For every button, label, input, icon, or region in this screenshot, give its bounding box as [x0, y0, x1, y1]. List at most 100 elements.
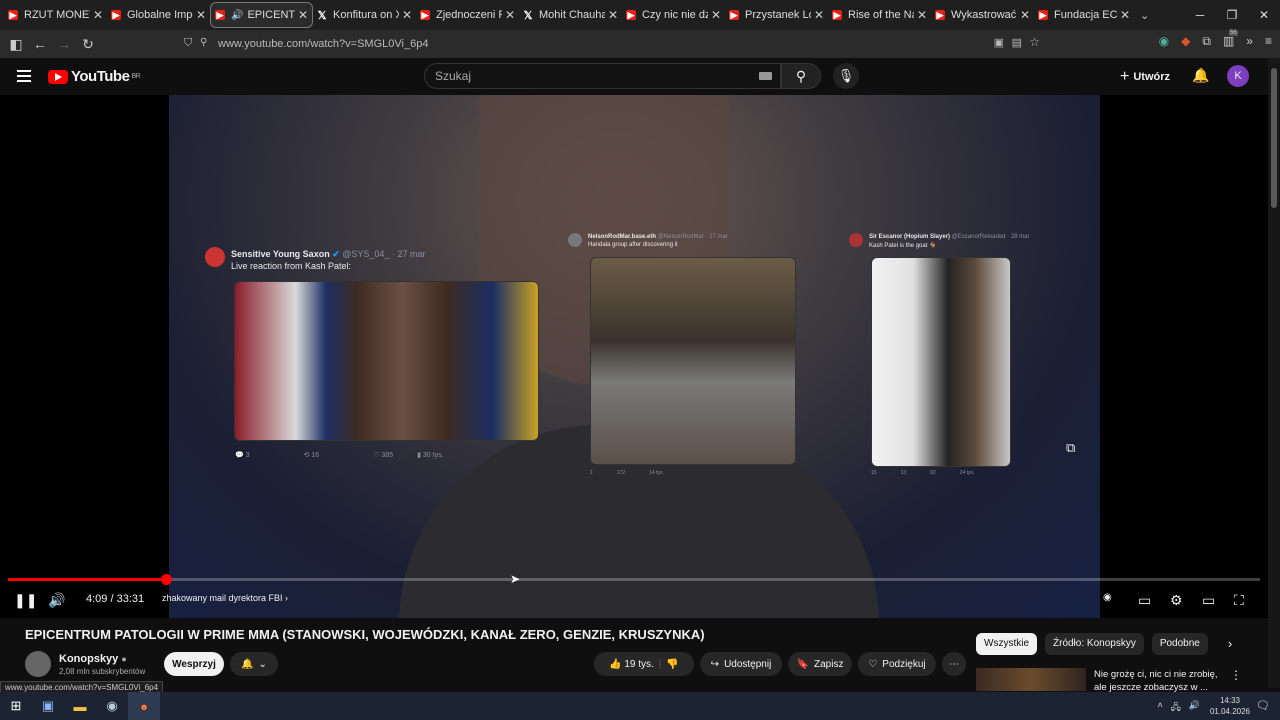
recommendation-item[interactable]: Nie grożę ci, nic ci nie zrobię, ale jesz… [976, 666, 1266, 694]
like-button[interactable]: 👍 19 tys. [609, 659, 654, 670]
search-input[interactable]: Szukaj [424, 63, 781, 89]
forward-icon[interactable]: → [52, 36, 76, 52]
search-button[interactable]: ⚲ [781, 63, 821, 89]
browser-tab[interactable]: ▶Wykastrować beze✕ [931, 2, 1034, 28]
browser-tab[interactable]: 𝕏Mohit Chauhan on✕ [519, 2, 622, 28]
player-controls: ❚❚ 🔊 4:09 / 33:31 zhakowany mail dyrekto… [0, 587, 1268, 613]
subtitles-icon[interactable]: ▭ [1138, 592, 1151, 609]
audio-playing-icon[interactable]: 🔊 [231, 10, 243, 21]
extensions-puzzle-icon[interactable]: ⧉ [1202, 34, 1211, 49]
sidebar-toggle-icon[interactable]: ◧ [4, 36, 28, 53]
subscriber-count: 2,08 mln subskrybentów [59, 667, 146, 676]
close-tab-icon[interactable]: ✕ [505, 8, 515, 22]
bookmark-star-icon[interactable]: ☆ [1029, 35, 1040, 49]
clock[interactable]: 14:33 01.04.2026 [1210, 695, 1250, 717]
volume-tray-icon[interactable]: 🔊 [1189, 700, 1200, 716]
reader-view-icon[interactable]: ▤ [1012, 36, 1022, 49]
close-tab-icon[interactable]: ✕ [917, 8, 927, 22]
tab-list-chevron-icon[interactable]: ⌄ [1140, 9, 1149, 22]
close-window-icon[interactable]: ✕ [1248, 0, 1280, 30]
dislike-button[interactable]: 👎 [666, 659, 678, 670]
browser-tab[interactable]: ▶Przystanek Lomba✕ [725, 2, 828, 28]
save-button[interactable]: 🔖 Zapisz [788, 652, 852, 676]
voice-search-button[interactable]: 🎙 [833, 63, 859, 89]
join-button[interactable]: Wesprzyj [164, 652, 224, 676]
recommendation-thumbnail[interactable] [976, 668, 1086, 691]
more-actions-button[interactable]: ⋯ [942, 652, 966, 676]
steam-icon[interactable]: ◉ [96, 692, 128, 720]
overflow-chevrons-icon[interactable]: » [1246, 34, 1253, 49]
browser-tab-active[interactable]: ▶🔊EPICENTRUM✕ [210, 2, 313, 28]
scrubber-handle[interactable] [160, 574, 172, 585]
windows-start-icon[interactable]: ⊞ [0, 692, 32, 720]
notifications-bell-icon[interactable]: 🔔 [1192, 67, 1209, 84]
settings-gear-icon[interactable]: ⚙ [1170, 592, 1183, 609]
page-info-icon[interactable]: ⚲ [200, 37, 207, 48]
browser-tab[interactable]: ▶Zjednoczeni Przec✕ [416, 2, 519, 28]
volume-icon[interactable]: 🔊 [48, 592, 65, 609]
share-button[interactable]: ↪ Udostępnij [700, 652, 782, 676]
chips-next-chevron-icon[interactable]: › [1228, 633, 1232, 655]
close-tab-icon[interactable]: ✕ [608, 8, 618, 22]
scrollbar-thumb[interactable] [1271, 68, 1277, 208]
minimize-icon[interactable]: ─ [1184, 0, 1216, 30]
video-player[interactable]: Sensitive Young Saxon ✔ @SYS_04_ · 27 ma… [0, 95, 1268, 618]
channel-name[interactable]: Konopskyy ● [59, 653, 127, 665]
browser-tab[interactable]: ▶RZUT MONETĄ DE✕ [4, 2, 107, 28]
close-tab-icon[interactable]: ✕ [402, 8, 412, 22]
app-icon[interactable]: ▣ [32, 692, 64, 720]
screenshot-icon[interactable]: ▣ [994, 36, 1004, 49]
notifications-icon[interactable]: 🗨 [1256, 699, 1270, 712]
firefox-icon[interactable]: ● [128, 692, 160, 720]
browser-tab[interactable]: ▶Czy nic nie dzieje✕ [622, 2, 725, 28]
shield-icon[interactable]: ⛉ [184, 37, 192, 50]
browser-tab[interactable]: ▶Globalne Imperium✕ [107, 2, 210, 28]
browser-tab[interactable]: 𝕏 Konfitura on X ✕ [313, 2, 416, 28]
app-menu-icon[interactable]: ≡ [1265, 34, 1272, 49]
close-tab-icon[interactable]: ✕ [196, 8, 206, 22]
browser-tab[interactable]: ▶Fundacja ECPU Po✕ [1034, 2, 1134, 28]
chip-source[interactable]: Źródło: Konopskyy [1045, 633, 1144, 655]
fox-extension-icon[interactable]: ◆ [1181, 34, 1190, 49]
tweet-image [871, 257, 1011, 467]
autoplay-toggle[interactable]: ◉ [1103, 592, 1112, 603]
video-progress-bar[interactable] [8, 574, 1260, 585]
close-tab-icon[interactable]: ✕ [1120, 8, 1130, 22]
youtube-logo[interactable]: YouTube BR [48, 68, 141, 85]
keyboard-icon[interactable] [759, 72, 772, 80]
more-vertical-icon[interactable]: ⋮ [1230, 668, 1242, 682]
file-explorer-icon[interactable]: ▬ [64, 692, 96, 720]
thanks-button[interactable]: ♡ Podziękuj [858, 652, 936, 676]
more-horizontal-icon: ⋯ [949, 658, 959, 670]
close-tab-icon[interactable]: ✕ [93, 8, 103, 22]
page-scrollbar[interactable] [1268, 58, 1280, 688]
tray-chevron-icon[interactable]: ˄ [1157, 700, 1162, 716]
create-button[interactable]: + Utwórz [1120, 68, 1170, 86]
close-tab-icon[interactable]: ✕ [814, 8, 824, 22]
close-tab-icon[interactable]: ✕ [1020, 8, 1030, 22]
vpn-extension-icon[interactable]: ◉ [1159, 34, 1169, 49]
channel-avatar[interactable] [25, 651, 51, 677]
theater-mode-icon[interactable]: ▭ [1202, 592, 1215, 609]
network-icon[interactable]: 🖧 [1171, 700, 1181, 716]
url-field[interactable]: ⛉ ⚲ www.youtube.com/watch?v=SMGL0Vi_6p4 … [178, 32, 1046, 56]
browser-tab[interactable]: ▶Rise of the Nazis a✕ [828, 2, 931, 28]
recommendation-title[interactable]: Nie grożę ci, nic ci nie zrobię, ale jesz… [1094, 668, 1218, 694]
maximize-icon[interactable]: ❐ [1216, 0, 1248, 30]
chip-all[interactable]: Wszystkie [976, 633, 1037, 655]
video-frame[interactable]: Sensitive Young Saxon ✔ @SYS_04_ · 27 ma… [169, 95, 1100, 618]
chip-similar[interactable]: Podobne [1151, 633, 1208, 655]
close-tab-icon[interactable]: ✕ [711, 8, 721, 22]
pause-icon[interactable]: ❚❚ [14, 592, 37, 609]
miniplayer-icon[interactable]: ⧉ [1066, 440, 1075, 456]
close-tab-icon[interactable]: ✕ [298, 8, 308, 22]
back-icon[interactable]: ← [28, 36, 52, 52]
fullscreen-icon[interactable]: ⛶ [1234, 592, 1244, 609]
account-avatar[interactable]: K [1227, 65, 1249, 87]
chapter-button[interactable]: zhakowany mail dyrektora FBI › [162, 593, 288, 603]
subscription-bell-button[interactable]: 🔔 ⌄ [230, 652, 278, 676]
hamburger-menu-icon[interactable] [17, 70, 31, 85]
url-text[interactable]: www.youtube.com/watch?v=SMGL0Vi_6p4 [218, 38, 428, 50]
ublock-icon[interactable]: ▥ 56 [1223, 30, 1238, 49]
reload-icon[interactable]: ↻ [76, 36, 100, 53]
